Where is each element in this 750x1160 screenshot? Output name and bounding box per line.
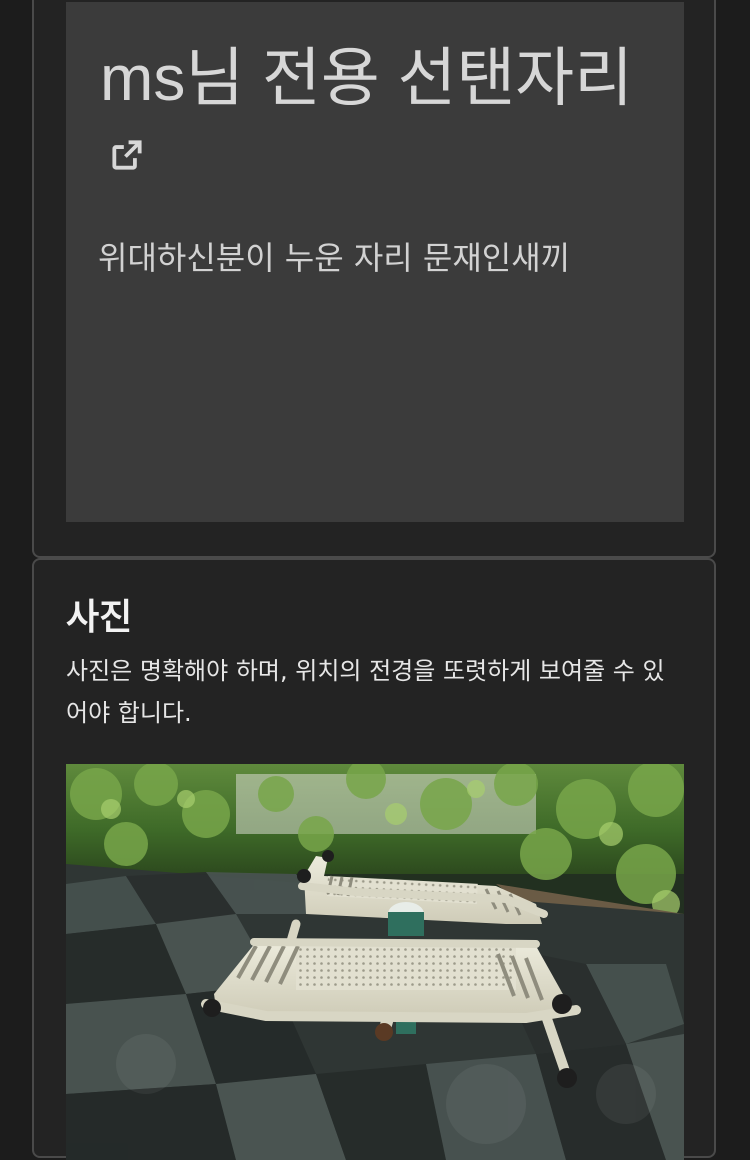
preview-title[interactable]: ms님 전용 선탠자리 [100, 42, 640, 186]
preview-title-text: ms님 전용 선탠자리 [100, 42, 634, 114]
location-photo[interactable] [66, 764, 684, 1160]
link-preview[interactable]: ms님 전용 선탠자리 위대하신분이 누운 자리 문재인새끼 [66, 2, 684, 522]
photo-outdoor-sun-loungers [66, 764, 684, 1160]
external-link-icon[interactable] [108, 136, 146, 174]
photo-card: 사진 사진은 명확해야 하며, 위치의 전경을 또렷하게 보여줄 수 있어야 합… [32, 558, 716, 1160]
photo-section-description: 사진은 명확해야 하며, 위치의 전경을 또렷하게 보여줄 수 있어야 합니다. [66, 657, 665, 727]
preview-description: 위대하신분이 누운 자리 문재인새끼 [98, 239, 571, 277]
photo-section-title: 사진 [66, 597, 133, 638]
preview-card: ms님 전용 선탠자리 위대하신분이 누운 자리 문재인새끼 [32, 0, 716, 558]
